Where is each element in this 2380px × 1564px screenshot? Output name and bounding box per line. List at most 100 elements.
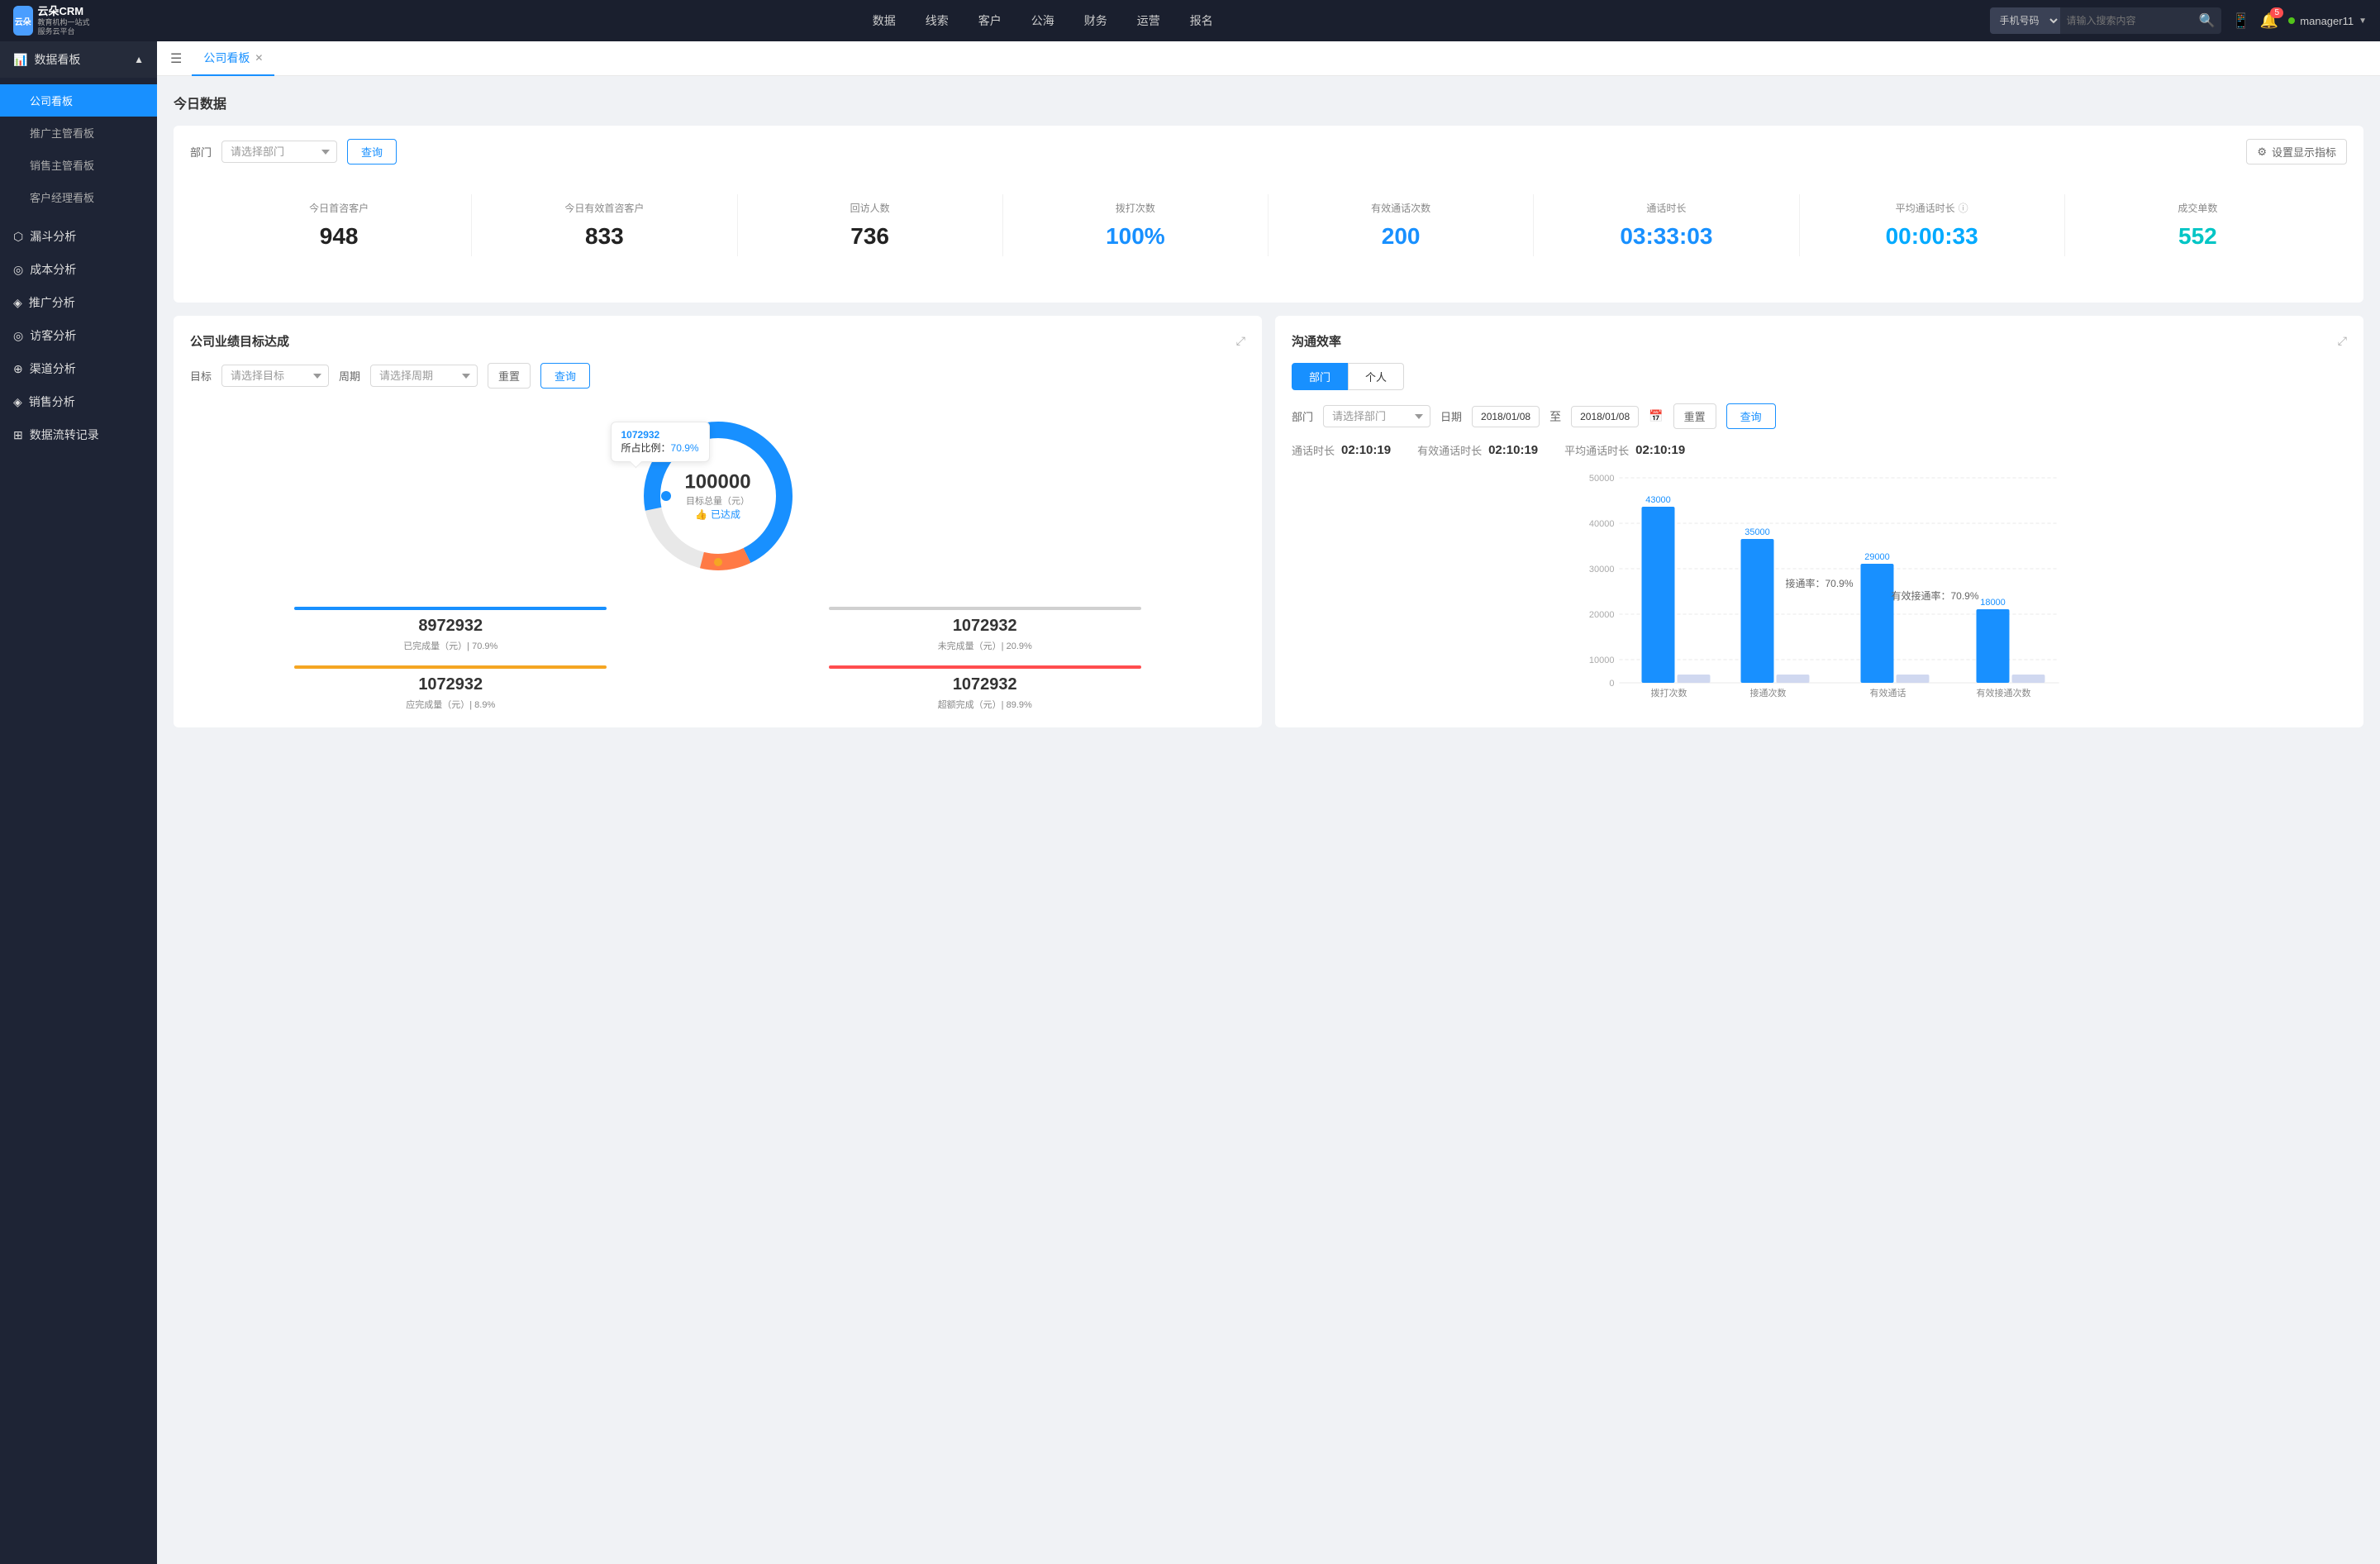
goal-stat-3: 1072932 超额完成（元）| 89.9%: [725, 665, 1246, 711]
channel-icon: ⊕: [13, 362, 23, 376]
sidebar-visitor-analysis[interactable]: ◎ 访客分析: [0, 319, 157, 352]
x-label-1: 接通次数: [1750, 687, 1787, 699]
dept-select[interactable]: 请选择部门: [221, 141, 337, 163]
y-label-40000: 40000: [1589, 519, 1615, 529]
x-label-3: 有效接通次数: [1977, 687, 2031, 699]
nav-enrollment[interactable]: 报名: [1177, 6, 1226, 36]
search-type-select[interactable]: 手机号码: [1990, 7, 2060, 34]
tab-company-board[interactable]: 公司看板 ✕: [192, 41, 274, 76]
calendar-icon: 📅: [1649, 409, 1663, 423]
comm-date-end[interactable]: 2018/01/08: [1571, 406, 1639, 427]
tab-menu-icon[interactable]: ☰: [170, 50, 182, 67]
comm-date-start[interactable]: 2018/01/08: [1472, 406, 1540, 427]
goal-period-select[interactable]: 请选择周期: [370, 365, 478, 387]
comm-date-separator: 至: [1549, 408, 1561, 425]
username: manager11: [2300, 15, 2354, 27]
bar-4-gray: [2012, 675, 2045, 683]
donut-center-value: 100000: [684, 471, 750, 494]
bar-2-label: 35000: [1745, 527, 1770, 537]
sidebar-channel-analysis[interactable]: ⊕ 渠道分析: [0, 352, 157, 385]
nav-data[interactable]: 数据: [859, 6, 909, 36]
settings-label: 设置显示指标: [2272, 144, 2336, 160]
comm-stat-1: 有效通话时长 02:10:19: [1417, 442, 1538, 458]
nav-public-sea[interactable]: 公海: [1018, 6, 1068, 36]
y-label-50000: 50000: [1589, 474, 1615, 484]
mobile-icon[interactable]: 📱: [2231, 12, 2249, 30]
search-input[interactable]: [2060, 15, 2192, 26]
query-button[interactable]: 查询: [347, 139, 397, 165]
sidebar-item-sales-board[interactable]: 销售主管看板: [0, 149, 157, 181]
goal-chart-title: 公司业绩目标达成: [190, 332, 289, 350]
sidebar-item-company-board[interactable]: 公司看板: [0, 84, 157, 117]
info-icon-6: ⓘ: [1959, 201, 1968, 215]
goal-stat-value-2: 1072932: [190, 675, 712, 694]
comm-reset-button[interactable]: 重置: [1673, 403, 1716, 429]
nav-finance[interactable]: 财务: [1071, 6, 1121, 36]
user-dropdown-icon[interactable]: ▼: [2359, 17, 2367, 26]
tab-close-icon[interactable]: ✕: [255, 52, 263, 64]
dept-label: 部门: [190, 144, 212, 160]
goal-filters: 目标 请选择目标 周期 请选择周期 重置 查询: [190, 363, 1245, 389]
goal-reset-button[interactable]: 重置: [488, 363, 531, 389]
online-status-dot: [2288, 17, 2295, 24]
goal-expand-icon[interactable]: ⤢: [1236, 334, 1245, 348]
comm-expand-icon[interactable]: ⤢: [2338, 334, 2347, 348]
stat-cell-0: 今日首咨客户 948: [207, 194, 472, 256]
stats-row: 今日首咨客户 948 今日有效首咨客户 833 回访人数 736 拨打次数 10…: [190, 178, 2347, 273]
comm-stat-label-2: 平均通话时长: [1564, 442, 1629, 458]
nav-customers[interactable]: 客户: [965, 6, 1015, 36]
sales-icon: ◈: [13, 395, 22, 409]
stat-cell-7: 成交单数 552: [2065, 194, 2330, 256]
nav-leads[interactable]: 线索: [912, 6, 962, 36]
sidebar-cost-analysis[interactable]: ◎ 成本分析: [0, 253, 157, 286]
goal-stat-desc-3: 超额完成（元）| 89.9%: [725, 698, 1246, 711]
notification-icon[interactable]: 🔔 5: [2260, 12, 2278, 30]
comm-dept-select[interactable]: 请选择部门: [1323, 405, 1430, 427]
y-label-0: 0: [1609, 679, 1614, 689]
settings-button[interactable]: ⚙ 设置显示指标: [2246, 139, 2347, 165]
comm-stat-value-1: 02:10:19: [1488, 443, 1538, 457]
comm-tab-dept[interactable]: 部门: [1292, 363, 1348, 390]
sidebar-item-account-board[interactable]: 客户经理看板: [0, 181, 157, 213]
connect-rate-label: 接通率：70.9%: [1785, 577, 1853, 589]
sidebar-item-promotion-board[interactable]: 推广主管看板: [0, 117, 157, 149]
donut-tooltip: 1072932 所占比例：70.9%: [611, 422, 710, 462]
nav-operations[interactable]: 运营: [1124, 6, 1173, 36]
page-content: 今日数据 部门 请选择部门 查询 ⚙ 设置显示指标: [157, 76, 2380, 744]
goal-target-select[interactable]: 请选择目标: [221, 365, 329, 387]
comm-stat-label-0: 通话时长: [1292, 442, 1335, 458]
comm-stat-2: 平均通话时长 02:10:19: [1564, 442, 1685, 458]
tooltip-pct: 所占比例：70.9%: [621, 441, 699, 455]
sales-label: 销售分析: [29, 393, 75, 410]
stat-label-5: 通话时长: [1544, 201, 1788, 215]
logo: 云朵 云朵CRM 教育机构一站式服务云平台: [13, 5, 96, 36]
logo-icon: 云朵: [13, 6, 33, 36]
stat-label-7: 成交单数: [2075, 201, 2320, 215]
sidebar-sales-analysis[interactable]: ◈ 销售分析: [0, 385, 157, 418]
comm-stat-value-2: 02:10:19: [1635, 443, 1685, 457]
search-button[interactable]: 🔍: [2192, 12, 2222, 29]
goal-query-button[interactable]: 查询: [540, 363, 590, 389]
bar-4-label: 18000: [1980, 598, 2006, 608]
goal-stat-bar-0: [294, 607, 607, 610]
donut-container: 1072932 所占比例：70.9%: [190, 405, 1245, 711]
visitor-label: 访客分析: [30, 327, 76, 344]
bar-3-label: 29000: [1864, 552, 1890, 562]
goal-stats-grid: 8972932 已完成量（元）| 70.9% 1072932 未完成量（元）| …: [190, 607, 1245, 711]
sidebar-promo-analysis[interactable]: ◈ 推广分析: [0, 286, 157, 319]
stat-label-0: 今日首咨客户: [217, 201, 461, 215]
sidebar-dashboard-group[interactable]: 📊 数据看板 ▲: [0, 41, 157, 78]
comm-query-button[interactable]: 查询: [1726, 403, 1776, 429]
stat-value-0: 948: [217, 223, 461, 250]
tooltip-value: 1072932: [621, 429, 699, 441]
nav-items: 数据 线索 客户 公海 财务 运营 报名: [96, 6, 1990, 36]
sidebar: 📊 数据看板 ▲ 公司看板 推广主管看板 销售主管看板 客户经理看板 ⬡ 漏斗分…: [0, 41, 157, 1564]
comm-tab-person[interactable]: 个人: [1348, 363, 1404, 390]
bar-1-gray: [1678, 675, 1711, 683]
sidebar-funnel-analysis[interactable]: ⬡ 漏斗分析: [0, 220, 157, 253]
search-box: 手机号码 🔍: [1990, 7, 2222, 34]
notification-badge: 5: [2270, 7, 2283, 18]
main-layout: 📊 数据看板 ▲ 公司看板 推广主管看板 销售主管看板 客户经理看板 ⬡ 漏斗分…: [0, 41, 2380, 1564]
user-info[interactable]: manager11 ▼: [2288, 15, 2367, 27]
sidebar-data-flow[interactable]: ⊞ 数据流转记录: [0, 418, 157, 451]
